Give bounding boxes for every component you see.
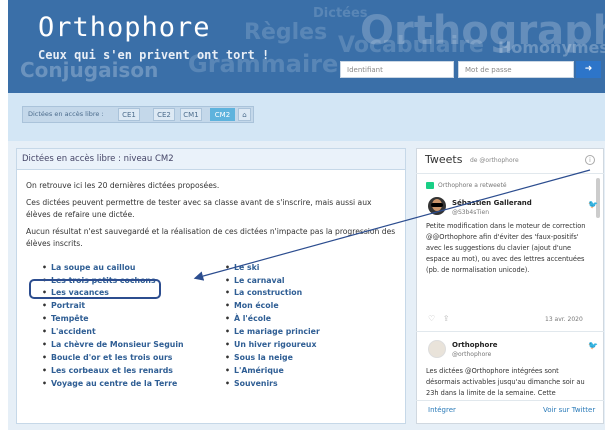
retweet-label: Orthophore a retweeté [438,182,507,189]
dictation-link[interactable]: Mon école [225,301,279,310]
dictation-link[interactable]: Le ski [225,263,260,272]
intro-paragraph: Aucun résultat n'est sauvegardé et la ré… [26,227,396,248]
bg-word: Règles [244,20,328,45]
dictation-link[interactable]: La chèvre de Monsieur Seguin [42,340,184,349]
bg-word: Dictées [313,6,368,21]
breadcrumb-label: Dictées en accès libre : [28,110,104,118]
retweet-icon [426,182,434,189]
scrollbar[interactable] [596,178,600,218]
dictation-link[interactable]: Tempête [42,314,88,323]
page: Orthographe Dictées Grammaire Conjugaiso… [0,0,605,430]
tweet-text: Les dictées @Orthophore intégrées sont d… [426,367,585,397]
password-input[interactable]: Mot de passe [458,61,574,78]
dictation-link[interactable]: L'Amérique [225,366,284,375]
avatar[interactable] [428,340,446,358]
dictation-link[interactable]: Les vacances [42,288,109,297]
divider [416,173,604,174]
tab-ce2[interactable]: CE2 [153,108,175,121]
avatar[interactable] [428,197,446,215]
dictation-link[interactable]: Boucle d'or et les trois ours [42,353,172,362]
dictation-link[interactable]: La construction [225,288,302,297]
panel-title: Dictées en accès libre : niveau CM2 [22,154,174,164]
dictation-link[interactable]: Portrait [42,301,85,310]
twitter-bird-icon[interactable]: 🐦 [588,200,598,209]
intro-paragraph: On retrouve ici les 20 dernières dictées… [26,181,220,190]
dictation-link[interactable]: Les corbeaux et les renards [42,366,173,375]
twitter-by[interactable]: de @orthophore [470,157,519,164]
dictation-link[interactable]: À l'école [225,314,271,323]
tweet-author-handle[interactable]: @S3b4sTien [452,209,489,216]
site-tagline: Ceux qui s'en privent ont tort ! [38,48,270,62]
site-logo[interactable]: Orthophore [38,12,211,43]
dictation-link[interactable]: Le carnaval [225,276,284,285]
login-button[interactable]: ➜ [576,61,601,78]
bg-word: Homonymes [498,38,605,57]
dictation-link[interactable]: Voyage au centre de la Terre [42,379,177,388]
bg-word: Vocabulaire [338,33,484,58]
tweet-date[interactable]: 13 avr. 2020 [545,316,583,323]
dictation-link[interactable]: L'accident [42,327,96,336]
tweet-text: Petite modification dans le moteur de co… [426,222,586,274]
dictation-link[interactable]: Un hiver rigoureux [225,340,317,349]
tweet-author-name[interactable]: Orthophore [452,341,498,349]
home-icon[interactable]: ⌂ [238,108,251,121]
tab-cm1[interactable]: CM1 [180,108,202,121]
dictation-link[interactable]: Le mariage princier [225,327,320,336]
twitter-bird-icon[interactable]: 🐦 [588,341,598,350]
tab-ce1[interactable]: CE1 [118,108,140,121]
info-icon[interactable]: i [585,155,595,165]
twitter-title: Tweets [425,153,463,166]
dictation-link[interactable]: Sous la neige [225,353,293,362]
header: Orthographe Dictées Grammaire Conjugaiso… [8,0,605,93]
arrow-right-icon: ➜ [584,64,593,74]
tweet-author-handle[interactable]: @orthophore [452,351,491,358]
dictation-link[interactable]: Souvenirs [225,379,278,388]
tweet-author-name[interactable]: Sébastien Gallerand [452,199,532,207]
view-on-twitter-link[interactable]: Voir sur Twitter [543,406,595,414]
dictation-link[interactable]: La soupe au caillou [42,263,135,272]
dictation-link[interactable]: Les trois petits cochons [42,276,156,285]
username-input[interactable]: Identifiant [340,61,454,78]
tweet-actions[interactable]: ♡ ⇪ [428,314,450,323]
intro-paragraph: Ces dictées peuvent permettre de tester … [26,198,372,219]
divider [416,331,604,332]
embed-link[interactable]: Intégrer [428,406,456,414]
tab-cm2[interactable]: CM2 [210,108,235,121]
